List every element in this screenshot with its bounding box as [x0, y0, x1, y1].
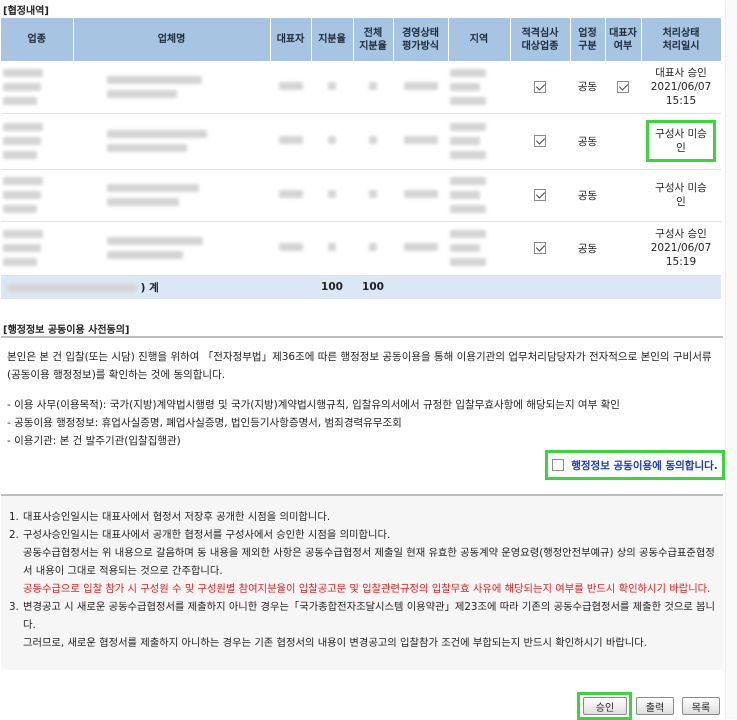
qualified-checkbox [510, 113, 570, 170]
notice-warning: 공동수급으로 입찰 참가 시 구성원 수 및 구성원별 참여지분율이 입찰공고문… [23, 583, 711, 595]
redacted-cell [73, 113, 270, 170]
list-item: 1. 대표사승인일시는 대표사에서 협정서 저장후 공개한 시점을 의미합니다. [9, 508, 715, 526]
redacted-cell [448, 113, 510, 170]
redacted-cell [393, 61, 448, 114]
consent-list: - 이용 사무(이용목적): 국가(지방)계약법시행령 및 국가(지방)계약법시… [7, 396, 717, 450]
rep-cell [605, 221, 641, 276]
redacted-cell [73, 169, 270, 222]
rep-cell [605, 113, 641, 170]
redacted-cell [353, 169, 393, 222]
status-text: 구성사 승인 2021/06/07 15:19 [650, 228, 712, 268]
redacted-cell [393, 113, 448, 170]
rep-checkbox [605, 61, 641, 114]
rep-cell [605, 169, 641, 222]
agree-consent-control[interactable]: 행정정보 공동이용에 동의합니다. [545, 450, 725, 480]
list-item: 3. 변경공고 시 새로운 공동수급협정서를 제출하지 아니한 경우는「국가종합… [9, 598, 715, 652]
type-cell: 공동 [570, 169, 605, 222]
list-item: - 이용 사무(이용목적): 국가(지방)계약법시행령 및 국가(지방)계약법시… [7, 399, 620, 411]
notice-text: 그러므로, 새로운 협정서를 제출하지 아니하는 경우는 기존 협정서의 내용이… [23, 637, 648, 649]
list-item: 2. 구성사승인일시는 대표사에서 공개한 협정서를 구성사에서 승인한 시점을… [9, 526, 715, 598]
redacted-cell [311, 221, 353, 276]
table-row: 공동 구성사 미승 인 [1, 169, 721, 222]
status-cell: 구성사 미승 인 [641, 169, 721, 222]
list-button[interactable]: 목록 [682, 697, 720, 715]
redacted-cell [1, 61, 73, 114]
scrollbar[interactable] [725, 0, 737, 719]
col-header-qualified: 적격심사 대상업종 [510, 18, 571, 61]
redacted-cell [448, 221, 510, 276]
table-header-row: 업종 업체명 대표자 지분율 전체 지분율 경영상태 평가방식 지역 적격심사 … [1, 18, 722, 61]
status-cell: 구성사 승인 2021/06/07 15:19 [641, 221, 721, 276]
status-text-highlighted: 구성사 미승 인 [646, 120, 716, 162]
total-label: ) 계 [140, 281, 159, 294]
redacted-cell [73, 61, 270, 114]
col-header-company: 업체명 [73, 18, 271, 61]
col-header-status: 처리상태 처리일시 [641, 18, 722, 61]
list-item: - 공동이용 행정정보: 휴업사실증명, 폐업사실증명, 법인등기사항증명서, … [7, 417, 402, 429]
redacted-cell [1, 113, 73, 170]
notice-text: 대표사승인일시는 대표사에서 협정서 저장후 공개한 시점을 의미합니다. [23, 511, 331, 523]
redacted-cell [353, 113, 393, 170]
col-header-share: 지분율 [311, 18, 354, 61]
consent-paragraph: 본인은 본 건 입찰(또는 시담) 진행을 위하여 「전자정부법」제36조에 따… [7, 351, 712, 381]
total-overall-share: 100 [353, 275, 393, 299]
qualified-checkbox [510, 169, 570, 222]
redacted-cell [1, 169, 73, 222]
print-button[interactable]: 출력 [636, 697, 674, 715]
agree-checkbox[interactable] [552, 459, 565, 471]
type-cell: 공동 [570, 221, 605, 276]
col-header-evaluation: 경영상태 평가방식 [393, 18, 449, 61]
redacted-cell [393, 221, 448, 276]
col-header-type: 업정 구분 [570, 18, 606, 61]
table-row: 공동 구성사 미승 인 [1, 113, 721, 170]
redacted-cell [311, 169, 353, 222]
qualified-checkbox [510, 221, 570, 276]
col-header-representative: 대표자 [270, 18, 312, 61]
col-header-is-rep: 대표자 여부 [605, 18, 642, 61]
approve-button[interactable]: 승인 [583, 697, 627, 715]
table-row: 공동 구성사 승인 2021/06/07 15:19 [1, 221, 721, 276]
type-cell: 공동 [570, 113, 605, 170]
status-cell: 대표사 승인 2021/06/07 15:15 [641, 61, 721, 114]
contract-section-title: [협정내역] [3, 6, 49, 17]
status-text: 구성사 미승 인 [655, 182, 707, 208]
status-text: 대표사 승인 2021/06/07 15:15 [650, 66, 712, 107]
redacted-cell [270, 113, 311, 170]
notice-text: 공동수급협정서는 위 내용으로 갈음하며 동 내용을 제외한 사항은 공동수급협… [23, 547, 715, 577]
notice-text: 변경공고 시 새로운 공동수급협정서를 제출하지 아니한 경우는「국가종합전자조… [23, 601, 715, 631]
consortium-table: 업종 업체명 대표자 지분율 전체 지분율 경영상태 평가방식 지역 적격심사 … [1, 18, 722, 299]
redacted-cell [270, 221, 311, 276]
redacted-cell [393, 169, 448, 222]
redacted-cell [270, 61, 311, 114]
redacted-cell [353, 221, 393, 276]
qualified-checkbox [510, 61, 570, 114]
col-header-region: 지역 [448, 18, 511, 61]
redacted-cell [311, 61, 353, 114]
agree-label[interactable]: 행정정보 공동이용에 동의합니다. [571, 458, 718, 473]
status-cell: 구성사 미승 인 [641, 113, 721, 170]
redacted-cell [353, 61, 393, 114]
col-header-industry: 업종 [1, 18, 74, 61]
redacted-cell [448, 61, 510, 114]
total-row: ) 계 100 100 [1, 275, 721, 299]
total-empty [270, 275, 311, 299]
notice-panel: 1. 대표사승인일시는 대표사에서 협정서 저장후 공개한 시점을 의미합니다. … [1, 494, 723, 670]
redacted-cell [311, 113, 353, 170]
redacted-cell [73, 221, 270, 276]
redacted-cell [1, 221, 73, 276]
list-item: - 이용기관: 본 건 발주기관(입찰집행관) [7, 435, 181, 447]
total-share: 100 [311, 275, 353, 299]
redacted-cell [270, 169, 311, 222]
redacted-cell [448, 169, 510, 222]
notice-text: 구성사승인일시는 대표사에서 공개한 협정서를 구성사에서 승인한 시점을 의미… [23, 529, 391, 541]
type-cell: 공동 [570, 61, 605, 114]
total-empty [393, 275, 721, 299]
total-label-cell: ) 계 [1, 275, 270, 299]
table-row: 공동 대표사 승인 2021/06/07 15:15 [1, 61, 721, 114]
consent-section-title: [행정정보 공동이용 사전동의] [3, 325, 130, 336]
col-header-total-share: 전체 지분율 [353, 18, 394, 61]
